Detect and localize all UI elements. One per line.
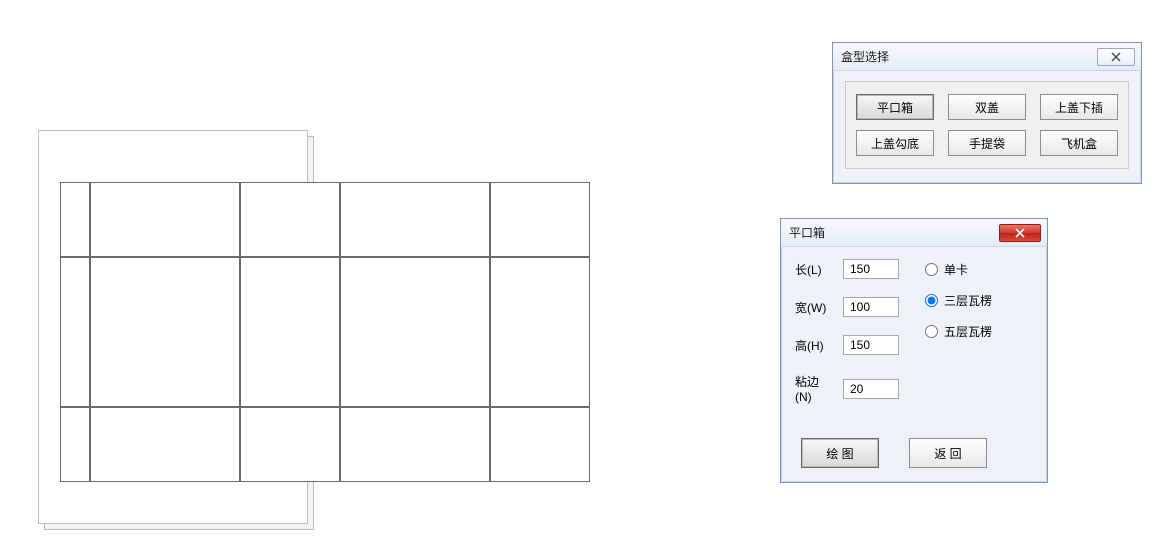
height-label: 高(H) <box>795 337 835 354</box>
box-type-button[interactable]: 飞机盒 <box>1040 130 1118 156</box>
material-three-radio[interactable] <box>925 294 938 307</box>
draw-button[interactable]: 绘 图 <box>801 438 879 468</box>
unfold-cell <box>490 182 590 257</box>
glue-label: 粘边(N) <box>795 373 835 404</box>
width-input[interactable] <box>843 297 899 317</box>
glue-input[interactable] <box>843 379 899 399</box>
titlebar[interactable]: 平口箱 <box>781 219 1047 247</box>
material-three-label: 三层瓦楞 <box>944 292 992 309</box>
material-three[interactable]: 三层瓦楞 <box>925 292 992 309</box>
unfold-cell <box>90 257 240 407</box>
unfold-cell <box>90 407 240 482</box>
box-type-button[interactable]: 平口箱 <box>856 94 934 120</box>
material-single[interactable]: 单卡 <box>925 261 992 278</box>
unfold-cell <box>240 257 340 407</box>
unfold-cell <box>60 257 90 407</box>
box-type-button[interactable]: 手提袋 <box>948 130 1026 156</box>
box-type-panel: 平口箱双盖上盖下插上盖勾底手提袋飞机盒 <box>845 81 1129 169</box>
length-label: 长(L) <box>795 261 835 278</box>
close-icon[interactable] <box>1097 48 1135 66</box>
back-button[interactable]: 返 回 <box>909 438 987 468</box>
width-label: 宽(W) <box>795 299 835 316</box>
window-title: 盒型选择 <box>841 48 1089 65</box>
unfold-cell <box>90 182 240 257</box>
box-type-select-window: 盒型选择 平口箱双盖上盖下插上盖勾底手提袋飞机盒 <box>832 42 1142 184</box>
material-five-radio[interactable] <box>925 325 938 338</box>
box-unfold-drawing <box>30 130 690 530</box>
length-input[interactable] <box>843 259 899 279</box>
unfold-cell <box>340 407 490 482</box>
unfold-cell <box>60 407 90 482</box>
unfold-cell <box>490 407 590 482</box>
box-type-button[interactable]: 上盖勾底 <box>856 130 934 156</box>
unfold-cell <box>60 182 90 257</box>
height-input[interactable] <box>843 335 899 355</box>
box-params-window: 平口箱 长(L) 宽(W) 高(H) 粘边(N) 单卡 <box>780 218 1048 483</box>
titlebar[interactable]: 盒型选择 <box>833 43 1141 71</box>
unfold-cell <box>240 407 340 482</box>
unfold-cell <box>340 257 490 407</box>
unfold-cell <box>340 182 490 257</box>
unfold-cell <box>490 257 590 407</box>
unfold-cell <box>240 182 340 257</box>
window-title: 平口箱 <box>789 224 991 241</box>
close-icon[interactable] <box>999 224 1041 242</box>
material-single-label: 单卡 <box>944 261 968 278</box>
box-type-button[interactable]: 上盖下插 <box>1040 94 1118 120</box>
material-five[interactable]: 五层瓦楞 <box>925 323 992 340</box>
box-type-button[interactable]: 双盖 <box>948 94 1026 120</box>
material-single-radio[interactable] <box>925 263 938 276</box>
material-five-label: 五层瓦楞 <box>944 323 992 340</box>
material-radios: 单卡 三层瓦楞 五层瓦楞 <box>925 259 992 404</box>
